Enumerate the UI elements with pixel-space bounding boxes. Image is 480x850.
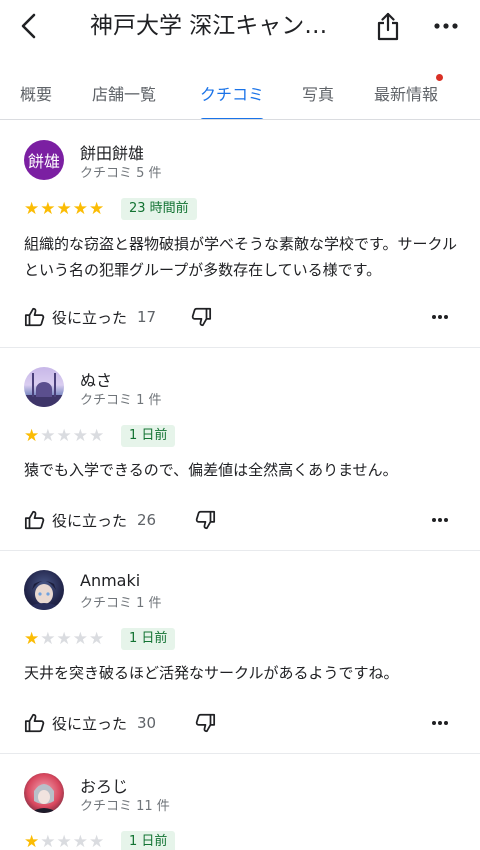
star-icon: ★	[40, 199, 56, 219]
review-text: 猿でも入学できるので、偏差値は全然高くありません。	[24, 461, 398, 479]
review-time-badge: 23 時間前	[121, 198, 197, 220]
reviewer-name[interactable]: おろじ	[80, 773, 128, 797]
thumbs-down-icon	[191, 307, 212, 327]
review-time-badge: 1 日前	[121, 425, 176, 447]
helpful-count: 26	[137, 511, 157, 529]
dislike-button[interactable]	[188, 303, 214, 331]
more-horizontal-icon	[432, 721, 448, 725]
review-more-button[interactable]	[426, 709, 454, 737]
avatar[interactable]	[24, 570, 64, 610]
star-icon: ★	[89, 832, 105, 850]
character-avatar-image	[30, 784, 58, 813]
notification-dot	[436, 74, 443, 81]
share-button[interactable]	[374, 10, 402, 42]
star-icon: ★	[72, 629, 88, 649]
helpful-button[interactable]: 役に立った 26	[24, 506, 156, 534]
tab-overview[interactable]: 概要	[20, 66, 52, 119]
review-text: 組織的な窃盗と器物破損が学べそうな素敵な学校です。サークルという名の犯罪グループ…	[24, 235, 458, 279]
more-horizontal-icon	[434, 23, 458, 29]
share-icon	[377, 12, 399, 41]
helpful-count: 30	[137, 714, 157, 732]
star-icon: ★	[72, 426, 88, 446]
thumbs-up-icon	[24, 307, 45, 327]
tab-updates[interactable]: 最新情報	[374, 66, 438, 119]
star-icon: ★	[89, 426, 105, 446]
avatar[interactable]	[24, 773, 64, 813]
review-text: 天井を突き破るほど活発なサークルがあるようですね。	[24, 664, 399, 682]
star-rating: ★ ★ ★ ★ ★	[24, 833, 104, 850]
back-button[interactable]	[14, 10, 42, 42]
star-icon: ★	[24, 629, 40, 649]
chevron-left-icon	[21, 13, 36, 39]
more-horizontal-icon	[432, 518, 448, 522]
more-horizontal-icon	[432, 315, 448, 319]
star-icon: ★	[56, 199, 72, 219]
star-icon: ★	[89, 199, 105, 219]
thumbs-down-icon	[195, 510, 216, 530]
reviewer-name[interactable]: 餅田餅雄	[80, 140, 144, 164]
tab-photos[interactable]: 写真	[302, 66, 334, 119]
helpful-label: 役に立った	[52, 511, 128, 530]
reviewer-review-count: クチコミ 1 件	[80, 596, 162, 611]
helpful-label: 役に立った	[52, 308, 128, 327]
review-card: 餅雄 餅田餅雄 クチコミ 5 件 ★ ★ ★ ★ ★ 23 時間前 組織的な窃盗と器物破…	[0, 121, 480, 348]
page-title: 神戸大学 深江キャン…	[90, 13, 328, 39]
helpful-button[interactable]: 役に立った 17	[24, 303, 156, 331]
star-icon: ★	[40, 629, 56, 649]
more-options-button[interactable]	[430, 14, 462, 38]
app-header: 神戸大学 深江キャン…	[0, 0, 480, 56]
star-icon: ★	[89, 629, 105, 649]
review-card: Anmaki クチコミ 1 件 ★ ★ ★ ★ ★ 1 日前 天井を突き破るほど活発なサ…	[0, 551, 480, 754]
avatar[interactable]: 餅雄	[24, 140, 64, 180]
thumbs-up-icon	[24, 713, 45, 733]
star-icon: ★	[24, 426, 40, 446]
tab-stores[interactable]: 店舗一覧	[92, 66, 156, 119]
dislike-button[interactable]	[192, 506, 218, 534]
star-rating: ★ ★ ★ ★ ★	[24, 427, 104, 445]
avatar[interactable]	[24, 367, 64, 407]
star-icon: ★	[72, 832, 88, 850]
tab-reviews[interactable]: クチコミ	[200, 66, 265, 119]
reviewer-review-count: クチコミ 5 件	[80, 166, 162, 181]
tab-bar: 概要 店舗一覧 クチコミ 写真 最新情報	[0, 66, 480, 120]
star-icon: ★	[72, 199, 88, 219]
thumbs-up-icon	[24, 510, 45, 530]
star-icon: ★	[40, 426, 56, 446]
star-rating: ★ ★ ★ ★ ★	[24, 200, 104, 218]
star-icon: ★	[56, 832, 72, 850]
review-more-button[interactable]	[426, 303, 454, 331]
star-icon: ★	[56, 426, 72, 446]
reviewer-name[interactable]: Anmaki	[80, 571, 140, 590]
review-more-button[interactable]	[426, 506, 454, 534]
review-time-badge: 1 日前	[121, 831, 176, 850]
star-icon: ★	[24, 199, 40, 219]
star-icon: ★	[40, 832, 56, 850]
avatar-initials: 餅雄	[27, 152, 60, 171]
thumbs-down-icon	[195, 713, 216, 733]
helpful-count: 17	[137, 308, 157, 326]
star-icon: ★	[56, 629, 72, 649]
helpful-button[interactable]: 役に立った 30	[24, 709, 156, 737]
dislike-button[interactable]	[192, 709, 218, 737]
review-card: おろじ クチコミ 11 件 ★ ★ ★ ★ ★ 1 日前	[0, 754, 480, 850]
reviewer-review-count: クチコミ 11 件	[80, 799, 170, 814]
review-card: ぬさ クチコミ 1 件 ★ ★ ★ ★ ★ 1 日前 猿でも入学できるので、偏差値は全然…	[0, 348, 480, 551]
reviewer-name[interactable]: ぬさ	[80, 367, 112, 391]
helpful-label: 役に立った	[52, 714, 128, 733]
star-icon: ★	[24, 832, 40, 850]
star-rating: ★ ★ ★ ★ ★	[24, 630, 104, 648]
review-time-badge: 1 日前	[121, 628, 176, 650]
reviewer-review-count: クチコミ 1 件	[80, 393, 162, 408]
anime-character-avatar-image	[30, 581, 58, 610]
mosque-avatar-image	[24, 373, 64, 407]
